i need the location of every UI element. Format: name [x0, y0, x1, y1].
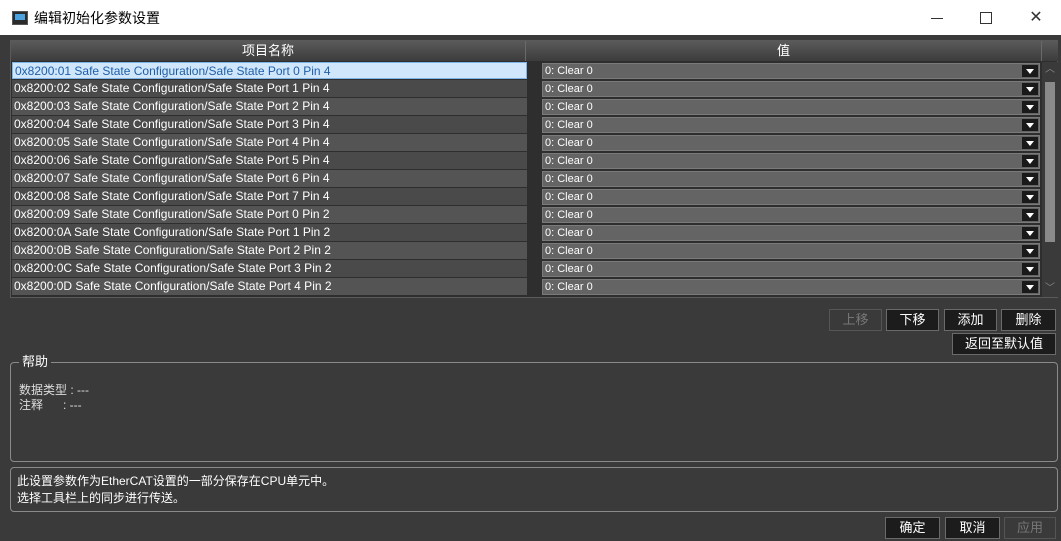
chevron-down-icon[interactable] [1022, 245, 1038, 257]
value-dropdown-text: 0: Clear 0 [545, 191, 593, 203]
add-button[interactable]: 添加 [944, 309, 997, 331]
parameter-name-cell[interactable]: 0x8200:0C Safe State Configuration/Safe … [12, 260, 527, 277]
value-dropdown[interactable]: 0: Clear 0 [542, 207, 1040, 223]
header-spacer [1042, 41, 1058, 61]
column-header-value[interactable]: 值 [526, 41, 1042, 61]
parameter-name-cell[interactable]: 0x8200:07 Safe State Configuration/Safe … [12, 170, 527, 187]
scroll-down-icon[interactable]: ﹀ [1044, 283, 1056, 295]
value-dropdown-text: 0: Clear 0 [545, 83, 593, 95]
table-row[interactable]: 0x8200:0C Safe State Configuration/Safe … [11, 260, 1042, 278]
value-dropdown[interactable]: 0: Clear 0 [542, 99, 1040, 115]
value-dropdown[interactable]: 0: Clear 0 [542, 81, 1040, 97]
value-dropdown-text: 0: Clear 0 [545, 155, 593, 167]
chevron-down-icon[interactable] [1022, 209, 1038, 221]
table-row[interactable]: 0x8200:0A Safe State Configuration/Safe … [11, 224, 1042, 242]
value-dropdown[interactable]: 0: Clear 0 [542, 135, 1040, 151]
app-icon [12, 11, 28, 25]
value-dropdown-text: 0: Clear 0 [545, 263, 593, 275]
parameter-name-cell[interactable]: 0x8200:0D Safe State Configuration/Safe … [12, 278, 527, 295]
close-icon[interactable]: ✕ [1013, 0, 1059, 35]
value-dropdown[interactable]: 0: Clear 0 [542, 225, 1040, 241]
parameter-name-cell[interactable]: 0x8200:08 Safe State Configuration/Safe … [12, 188, 527, 205]
value-dropdown-text: 0: Clear 0 [545, 227, 593, 239]
maximize-button[interactable] [963, 0, 1009, 35]
value-dropdown[interactable]: 0: Clear 0 [542, 189, 1040, 205]
window-title: 编辑初始化参数设置 [34, 10, 160, 26]
value-dropdown[interactable]: 0: Clear 0 [542, 261, 1040, 277]
table-row[interactable]: 0x8200:04 Safe State Configuration/Safe … [11, 116, 1042, 134]
chevron-down-icon[interactable] [1022, 101, 1038, 113]
table-row[interactable]: 0x8200:09 Safe State Configuration/Safe … [11, 206, 1042, 224]
table-row[interactable]: 0x8200:0B Safe State Configuration/Safe … [11, 242, 1042, 260]
value-dropdown[interactable]: 0: Clear 0 [542, 117, 1040, 133]
chevron-down-icon[interactable] [1022, 173, 1038, 185]
table-row[interactable]: 0x8200:05 Safe State Configuration/Safe … [11, 134, 1042, 152]
value-dropdown[interactable]: 0: Clear 0 [542, 243, 1040, 259]
parameter-name-cell[interactable]: 0x8200:0A Safe State Configuration/Safe … [12, 224, 527, 241]
value-dropdown-text: 0: Clear 0 [545, 173, 593, 185]
value-dropdown-text: 0: Clear 0 [545, 65, 593, 77]
help-legend: 帮助 [19, 354, 52, 370]
table-row[interactable]: 0x8200:03 Safe State Configuration/Safe … [11, 98, 1042, 116]
chevron-down-icon[interactable] [1022, 263, 1038, 275]
info-line-1: 此设置参数作为EtherCAT设置的一部分保存在CPU单元中。 [17, 474, 335, 488]
value-dropdown-text: 0: Clear 0 [545, 281, 593, 293]
chevron-down-icon[interactable] [1022, 119, 1038, 131]
chevron-down-icon[interactable] [1022, 83, 1038, 95]
value-dropdown[interactable]: 0: Clear 0 [542, 153, 1040, 169]
table-row[interactable]: 0x8200:0D Safe State Configuration/Safe … [11, 278, 1042, 296]
table-row[interactable]: 0x8200:07 Safe State Configuration/Safe … [11, 170, 1042, 188]
chevron-down-icon[interactable] [1022, 227, 1038, 239]
value-dropdown-text: 0: Clear 0 [545, 101, 593, 113]
value-dropdown-text: 0: Clear 0 [545, 245, 593, 257]
chevron-down-icon[interactable] [1022, 65, 1038, 77]
parameter-table: 项目名称 值 0x8200:01 Safe State Configuratio… [10, 40, 1058, 298]
help-comment: 注释 : --- [19, 398, 82, 412]
chevron-down-icon[interactable] [1022, 155, 1038, 167]
table-row[interactable]: 0x8200:02 Safe State Configuration/Safe … [11, 80, 1042, 98]
vertical-scrollbar[interactable]: ︿ ﹀ [1042, 62, 1058, 297]
info-line-2: 选择工具栏上的同步进行传送。 [17, 491, 186, 505]
table-row[interactable]: 0x8200:01 Safe State Configuration/Safe … [11, 62, 1042, 80]
help-panel: 帮助 数据类型 : --- 注释 : --- [10, 354, 1058, 462]
reset-default-button[interactable]: 返回至默认值 [952, 333, 1056, 355]
ok-button[interactable]: 确定 [885, 517, 940, 539]
parameter-name-cell[interactable]: 0x8200:0B Safe State Configuration/Safe … [12, 242, 527, 259]
parameter-name-cell[interactable]: 0x8200:03 Safe State Configuration/Safe … [12, 98, 527, 115]
value-dropdown[interactable]: 0: Clear 0 [542, 279, 1040, 295]
parameter-name-cell[interactable]: 0x8200:05 Safe State Configuration/Safe … [12, 134, 527, 151]
minimize-button[interactable] [914, 0, 960, 35]
chevron-down-icon[interactable] [1022, 137, 1038, 149]
apply-button[interactable]: 应用 [1004, 517, 1056, 539]
value-dropdown-text: 0: Clear 0 [545, 119, 593, 131]
parameter-name-cell[interactable]: 0x8200:04 Safe State Configuration/Safe … [12, 116, 527, 133]
table-body: 0x8200:01 Safe State Configuration/Safe … [11, 62, 1042, 296]
value-dropdown[interactable]: 0: Clear 0 [542, 63, 1040, 79]
chevron-down-icon[interactable] [1022, 191, 1038, 203]
column-header-name[interactable]: 项目名称 [11, 41, 526, 61]
title-bar: 编辑初始化参数设置 ✕ [0, 0, 1061, 35]
parameter-name-cell[interactable]: 0x8200:09 Safe State Configuration/Safe … [12, 206, 527, 223]
parameter-name-cell[interactable]: 0x8200:06 Safe State Configuration/Safe … [12, 152, 527, 169]
scroll-thumb[interactable] [1045, 82, 1055, 242]
cancel-button[interactable]: 取消 [945, 517, 1000, 539]
value-dropdown[interactable]: 0: Clear 0 [542, 171, 1040, 187]
value-dropdown-text: 0: Clear 0 [545, 209, 593, 221]
move-up-button[interactable]: 上移 [829, 309, 882, 331]
parameter-name-cell[interactable]: 0x8200:01 Safe State Configuration/Safe … [12, 62, 527, 79]
move-down-button[interactable]: 下移 [886, 309, 939, 331]
scroll-up-icon[interactable]: ︿ [1044, 64, 1056, 76]
chevron-down-icon[interactable] [1022, 281, 1038, 293]
value-dropdown-text: 0: Clear 0 [545, 137, 593, 149]
table-row[interactable]: 0x8200:08 Safe State Configuration/Safe … [11, 188, 1042, 206]
info-panel: 此设置参数作为EtherCAT设置的一部分保存在CPU单元中。 选择工具栏上的同… [10, 467, 1058, 512]
help-data-type: 数据类型 : --- [19, 383, 89, 397]
table-row[interactable]: 0x8200:06 Safe State Configuration/Safe … [11, 152, 1042, 170]
parameter-name-cell[interactable]: 0x8200:02 Safe State Configuration/Safe … [12, 80, 527, 97]
delete-button[interactable]: 删除 [1001, 309, 1056, 331]
